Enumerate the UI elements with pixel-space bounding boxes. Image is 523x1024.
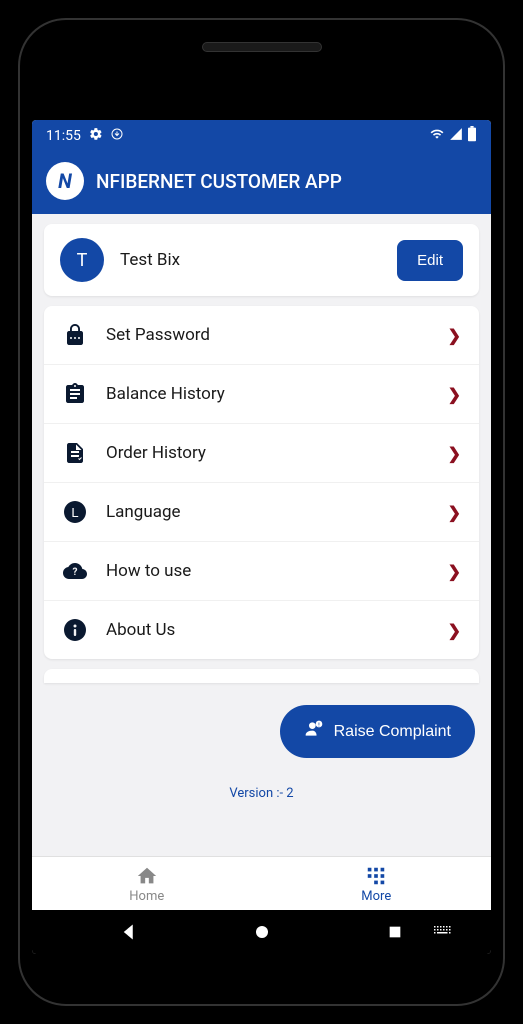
chevron-right-icon: ❯: [448, 444, 461, 463]
menu-label: Balance History: [106, 384, 430, 404]
chevron-right-icon: ❯: [448, 562, 461, 581]
profile-name: Test Bix: [120, 250, 381, 270]
status-time: 11:55: [46, 128, 81, 144]
receipt-icon: [62, 440, 88, 466]
lock-icon: [62, 322, 88, 348]
version-text: Version :- 2: [44, 770, 479, 811]
status-right: [429, 126, 477, 146]
content-area: T Test Bix Edit Set Password ❯: [32, 214, 491, 856]
status-left: 11:55: [46, 127, 123, 145]
menu-item-language[interactable]: L Language ❯: [44, 483, 479, 542]
nav-home-label: Home: [129, 889, 164, 904]
complaint-label: Raise Complaint: [334, 723, 451, 741]
raise-complaint-button[interactable]: ! Raise Complaint: [280, 705, 475, 758]
system-nav-bar: [32, 910, 491, 954]
recents-button[interactable]: [375, 924, 415, 940]
phone-speaker: [202, 42, 322, 52]
wifi-icon: [429, 127, 445, 145]
nav-home[interactable]: Home: [32, 857, 262, 910]
phone-frame: 11:55: [0, 0, 523, 1024]
chevron-right-icon: ❯: [448, 503, 461, 522]
back-button[interactable]: [109, 923, 149, 941]
chevron-right-icon: ❯: [448, 385, 461, 404]
help-cloud-icon: ?: [62, 558, 88, 584]
screen: 11:55: [32, 120, 491, 954]
menu-label: Set Password: [106, 325, 430, 345]
menu-item-balance-history[interactable]: Balance History ❯: [44, 365, 479, 424]
clipboard-icon: [62, 381, 88, 407]
svg-text:L: L: [71, 505, 78, 520]
menu-item-how-to-use[interactable]: ? How to use ❯: [44, 542, 479, 601]
bottom-nav: Home More: [32, 856, 491, 910]
app-header: N NFIBERNET CUSTOMER APP: [32, 152, 491, 214]
download-icon: [111, 128, 123, 144]
person-alert-icon: !: [304, 719, 324, 744]
menu-item-order-history[interactable]: Order History ❯: [44, 424, 479, 483]
menu-list: Set Password ❯ Balance History ❯: [44, 306, 479, 659]
battery-icon: [467, 126, 477, 146]
edit-button[interactable]: Edit: [397, 240, 463, 281]
svg-text:?: ?: [73, 567, 78, 578]
signal-icon: [449, 127, 463, 145]
home-icon: [136, 865, 158, 887]
logo-letter: N: [58, 169, 72, 193]
nav-more-label: More: [361, 889, 391, 904]
info-icon: [62, 617, 88, 643]
nav-more[interactable]: More: [262, 857, 492, 910]
app-title: NFIBERNET CUSTOMER APP: [96, 170, 342, 193]
home-button[interactable]: [242, 923, 282, 941]
chevron-right-icon: ❯: [448, 621, 461, 640]
menu-label: Order History: [106, 443, 430, 463]
stub-card: [44, 669, 479, 683]
chevron-right-icon: ❯: [448, 326, 461, 345]
menu-label: About Us: [106, 620, 430, 640]
profile-card: T Test Bix Edit: [44, 224, 479, 296]
menu-label: How to use: [106, 561, 430, 581]
keyboard-button[interactable]: [423, 926, 463, 938]
complaint-row: ! Raise Complaint: [44, 693, 479, 760]
app-logo: N: [46, 162, 84, 200]
language-icon: L: [62, 499, 88, 525]
avatar: T: [60, 238, 104, 282]
status-bar: 11:55: [32, 120, 491, 152]
phone-inner: 11:55: [18, 18, 505, 1006]
menu-item-about-us[interactable]: About Us ❯: [44, 601, 479, 659]
menu-item-set-password[interactable]: Set Password ❯: [44, 306, 479, 365]
more-grid-icon: [365, 865, 387, 887]
gear-icon: [89, 127, 103, 145]
menu-label: Language: [106, 502, 430, 522]
